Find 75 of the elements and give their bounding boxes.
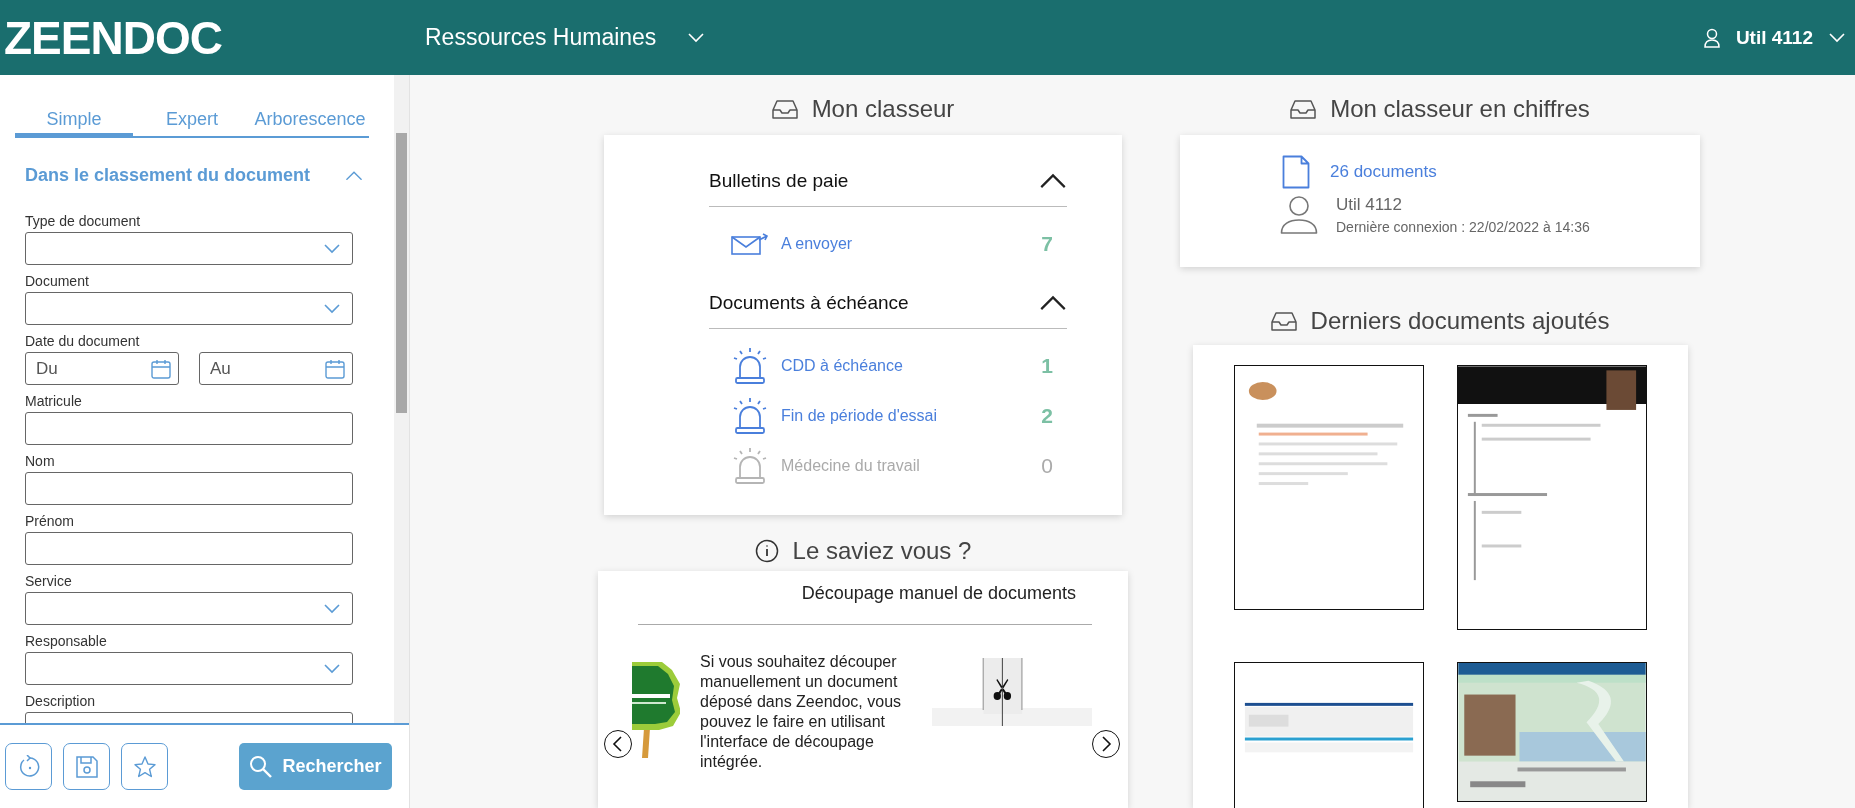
favorite-button[interactable] [121, 743, 168, 790]
chevron-down-icon [324, 603, 340, 614]
field-label: Type de document [25, 213, 142, 229]
siren-icon [731, 447, 769, 485]
input-field[interactable] [25, 472, 353, 505]
search-button[interactable]: Rechercher [239, 743, 392, 790]
field-label: Service [25, 573, 73, 589]
star-icon [132, 754, 157, 779]
next-button[interactable] [1092, 730, 1120, 758]
input-field[interactable] [25, 412, 353, 445]
envelope-arrow-icon [731, 233, 769, 255]
inbox-icon [1270, 311, 1297, 331]
dropdown-field[interactable] [25, 652, 353, 685]
field-label: Prénom [25, 513, 76, 529]
siren-icon [731, 397, 769, 435]
module-selector[interactable]: Ressources Humaines [425, 18, 705, 57]
field-label: Description [25, 693, 97, 709]
info-icon [754, 538, 779, 563]
document-icon [1282, 155, 1310, 189]
tab[interactable]: Arborescence [251, 103, 369, 138]
inbox-icon [771, 99, 798, 119]
chevron-down-icon [324, 303, 340, 314]
field-label: Document [25, 273, 90, 289]
chevron-down-icon [324, 243, 340, 254]
user-icon [1703, 27, 1720, 48]
group-title[interactable]: Documents à échéance [709, 291, 909, 314]
section-heading: Derniers documents ajoutés [1310, 307, 1610, 335]
siren-icon [731, 347, 769, 385]
tip-text: Si vous souhaitez découper manuellement un document déposé dans Zeendoc, vous pouvez le faire en utilisant l'interface de découpage intégrée. [700, 652, 903, 772]
tip-heading: Découpage manuel de documents [800, 583, 1077, 604]
next-icon [1100, 736, 1112, 752]
dropdown-field[interactable] [25, 292, 353, 325]
dropdown-field[interactable] [25, 592, 353, 625]
date-field[interactable]: Au [199, 352, 353, 385]
item-link[interactable]: Fin de période d'essai [781, 407, 938, 425]
dropdown-field[interactable] [25, 232, 353, 265]
chevron-down-icon [1829, 32, 1845, 43]
scrollbar-thumb[interactable] [396, 133, 407, 413]
field-label: Responsable [25, 633, 108, 649]
reset-button[interactable] [5, 743, 52, 790]
item-link[interactable]: CDD à échéance [781, 357, 903, 375]
item-count: 1 [1041, 354, 1053, 378]
scrollbar[interactable] [394, 75, 409, 723]
item-link[interactable]: A envoyer [781, 235, 853, 253]
calendar-icon [325, 359, 345, 379]
tab[interactable]: Simple [15, 103, 133, 138]
tab[interactable]: Expert [133, 103, 251, 138]
previous-button[interactable] [604, 730, 632, 758]
section-heading: Mon classeur en chiffres [1330, 95, 1590, 123]
documents-link[interactable]: 26 documents [1330, 162, 1437, 182]
save-icon [74, 754, 99, 779]
save-button[interactable] [63, 743, 110, 790]
logo[interactable]: ZEENDOC [0, 14, 425, 61]
calendar-icon [151, 359, 171, 379]
user-menu[interactable]: Util 4112 [1703, 20, 1845, 55]
section-heading: Le saviez vous ? [792, 536, 972, 565]
item-count: 2 [1041, 404, 1053, 428]
field-label: Matricule [25, 393, 83, 409]
section-heading: Mon classeur [811, 95, 955, 123]
search-icon [249, 754, 274, 779]
item-count: 0 [1041, 454, 1053, 478]
user-icon [1280, 195, 1318, 235]
user-name: Util 4112 [1336, 195, 1403, 215]
field-label: Date du document [25, 333, 141, 349]
section-title[interactable]: Dans le classement du document [25, 164, 311, 186]
item-count: 7 [1041, 232, 1053, 256]
group-title[interactable]: Bulletins de paie [709, 169, 849, 192]
field-label: Nom [25, 453, 56, 469]
inbox-icon [1290, 99, 1317, 119]
last-login-text: Dernière connexion : 22/02/2022 à 14:36 [1336, 219, 1590, 235]
chevron-down-icon [324, 663, 340, 674]
previous-icon [612, 736, 624, 752]
input-field[interactable] [25, 532, 353, 565]
chevron-down-icon [688, 32, 705, 43]
date-field[interactable]: Du [25, 352, 179, 385]
